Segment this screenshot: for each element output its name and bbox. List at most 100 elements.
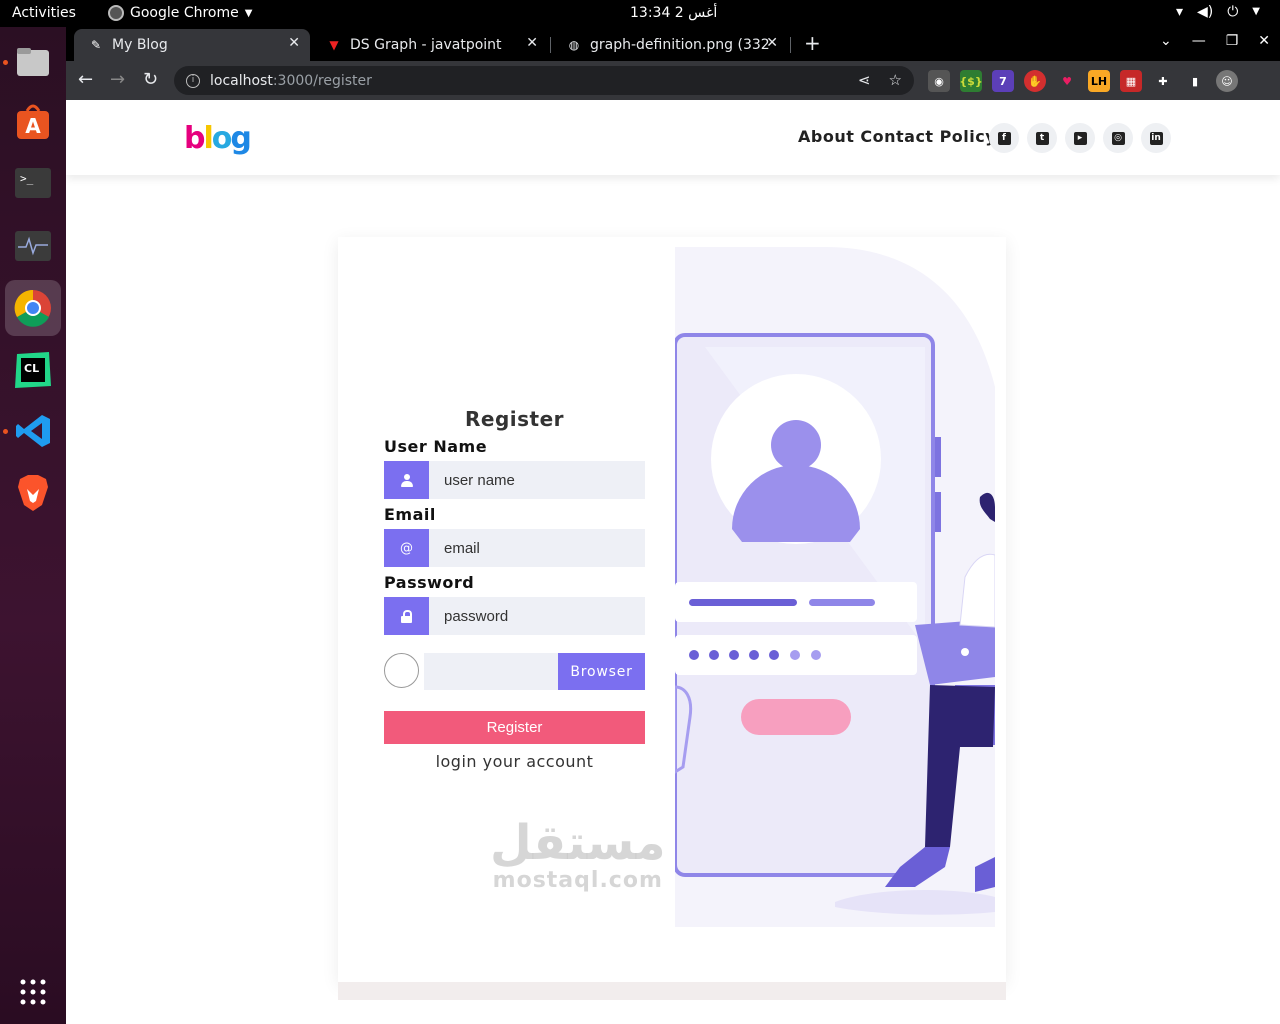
- browse-button[interactable]: Browser: [558, 653, 645, 690]
- github-icon[interactable]: ◎: [1103, 123, 1133, 153]
- tab-my-blog[interactable]: ✎ My Blog ✕: [74, 29, 310, 61]
- url-host: localhost: [210, 72, 273, 89]
- brave-icon[interactable]: [10, 470, 56, 516]
- power-icon: ⏻: [1227, 4, 1239, 20]
- avatar-preview: [384, 653, 419, 688]
- nav-policy[interactable]: Policy: [940, 127, 997, 146]
- register-form: Register User Name Email @ Password Brow…: [384, 407, 645, 771]
- app-grid-icon[interactable]: [10, 969, 56, 1015]
- svg-text:>_: >_: [20, 172, 34, 185]
- svg-text:CL: CL: [24, 362, 39, 375]
- logo-letter: g: [230, 121, 252, 156]
- json-extension-icon[interactable]: {$}: [959, 70, 983, 92]
- new-tab-icon[interactable]: +: [804, 31, 821, 55]
- extensions-row: ◉ {$} 7 ✋ ♥ LH ▦ ✚ ▮ ☺: [928, 70, 1238, 92]
- dock: A >_ CL: [0, 27, 66, 1024]
- lh-extension-icon[interactable]: LH: [1088, 70, 1110, 92]
- twitter-icon[interactable]: t: [1027, 123, 1057, 153]
- email-field-group: @: [384, 529, 645, 567]
- system-tray[interactable]: ▾ ◀) ⏻ ▼: [1176, 4, 1260, 20]
- form-title: Register: [464, 407, 565, 431]
- camera-extension-icon[interactable]: ◉: [928, 70, 950, 92]
- clion-icon[interactable]: CL: [10, 347, 56, 393]
- files-icon[interactable]: [10, 39, 56, 85]
- profile-avatar[interactable]: ☺: [1216, 70, 1238, 92]
- maximize-icon[interactable]: ❐: [1226, 33, 1239, 49]
- forward-icon[interactable]: →: [110, 69, 125, 90]
- blog-favicon-icon: ✎: [90, 38, 102, 52]
- tab-ds-graph[interactable]: ▼ DS Graph - javatpoint ✕: [312, 29, 548, 61]
- password-input[interactable]: [429, 597, 645, 635]
- username-field-group: [384, 461, 645, 499]
- caret-down-icon: ▼: [244, 7, 253, 19]
- app-menu[interactable]: Google Chrome ▼: [108, 5, 252, 21]
- watermark-arabic: مستقل: [490, 815, 666, 871]
- volume-icon: ◀): [1196, 4, 1214, 20]
- adblock-icon[interactable]: ✋: [1024, 70, 1046, 92]
- grid-extension-icon[interactable]: ▦: [1120, 70, 1142, 92]
- register-card: Register User Name Email @ Password Brow…: [338, 237, 1006, 982]
- bookmark-star-icon[interactable]: ☆: [889, 71, 902, 89]
- card-bottom-strip: [338, 982, 1006, 1000]
- system-monitor-icon[interactable]: [10, 223, 56, 269]
- avatar-upload-row: Browser: [384, 653, 645, 691]
- chrome-app-icon: [108, 5, 124, 21]
- email-input[interactable]: [429, 529, 645, 567]
- close-tab-icon[interactable]: ✕: [288, 35, 300, 51]
- email-label: Email: [384, 505, 436, 524]
- close-tab-icon[interactable]: ✕: [766, 35, 778, 51]
- wifi-icon: ▾: [1175, 4, 1183, 20]
- javatpoint-favicon-icon: ▼: [329, 38, 339, 52]
- logo-letter: b: [184, 121, 206, 156]
- login-link[interactable]: login your account: [384, 752, 645, 771]
- share-icon[interactable]: ⋖: [858, 71, 871, 89]
- site-header: b l o g About Contact Policy f t ▸ ◎ in: [66, 100, 1280, 175]
- chrome-dock-icon[interactable]: [5, 280, 61, 336]
- youtube-icon[interactable]: ▸: [1065, 123, 1095, 153]
- logo-letter: l: [203, 121, 213, 156]
- address-bar[interactable]: i localhost:3000/register ⋖ ☆: [174, 66, 914, 95]
- software-center-icon[interactable]: A: [10, 99, 56, 145]
- register-button[interactable]: Register: [384, 711, 645, 744]
- facebook-icon[interactable]: f: [989, 123, 1019, 153]
- nav-about[interactable]: About: [798, 127, 854, 146]
- close-tab-icon[interactable]: ✕: [526, 35, 538, 51]
- vscode-icon[interactable]: [10, 408, 56, 454]
- back-icon[interactable]: ←: [78, 69, 93, 90]
- heart-extension-icon[interactable]: ♥: [1056, 70, 1078, 92]
- watermark-latin: mostaql.com: [492, 868, 663, 893]
- nav-contact[interactable]: Contact: [860, 127, 933, 146]
- tab-title: DS Graph - javatpoint: [350, 37, 502, 53]
- clock[interactable]: 13:34 2 أغس: [630, 5, 717, 21]
- system-top-bar: Activities Google Chrome ▼ 13:34 2 أغس ▾…: [0, 0, 1280, 27]
- reload-icon[interactable]: ↻: [143, 69, 158, 90]
- caret-down-icon: ▼: [1252, 6, 1260, 17]
- tab-title: graph-definition.png (332: [590, 37, 770, 53]
- browser-toolbar: ← → ↻ i localhost:3000/register ⋖ ☆ ◉ {$…: [66, 61, 1280, 100]
- terminal-icon[interactable]: >_: [10, 160, 56, 206]
- username-input[interactable]: [429, 461, 645, 499]
- tab-strip: ✎ My Blog ✕ ▼ DS Graph - javatpoint ✕ ◍ …: [66, 27, 1280, 61]
- activities-button[interactable]: Activities: [12, 5, 76, 21]
- tab-graph-definition[interactable]: ◍ graph-definition.png (332 ✕: [552, 29, 788, 61]
- puzzle-extensions-icon[interactable]: ✚: [1152, 70, 1174, 92]
- svg-text:A: A: [25, 114, 41, 138]
- watermark: مستقل mostaql.com: [490, 818, 666, 893]
- file-name-box[interactable]: [424, 653, 559, 690]
- lock-icon: [384, 597, 429, 635]
- globe-icon: ◍: [568, 38, 580, 52]
- tab-search-icon[interactable]: ⌄: [1160, 33, 1172, 49]
- extension-badge-icon[interactable]: 7: [992, 70, 1014, 92]
- url-path: :3000/register: [272, 72, 372, 89]
- close-window-icon[interactable]: ✕: [1258, 33, 1270, 49]
- running-indicator: [3, 429, 8, 434]
- password-field-group: [384, 597, 645, 635]
- minimize-icon[interactable]: —: [1192, 33, 1206, 49]
- user-icon: [384, 461, 429, 499]
- linkedin-icon[interactable]: in: [1141, 123, 1171, 153]
- site-logo[interactable]: b l o g: [184, 121, 252, 156]
- username-label: User Name: [384, 437, 488, 456]
- side-panel-icon[interactable]: ▮: [1184, 70, 1206, 92]
- window-controls: ⌄ — ❐ ✕: [1160, 33, 1270, 49]
- site-info-icon[interactable]: i: [186, 73, 200, 88]
